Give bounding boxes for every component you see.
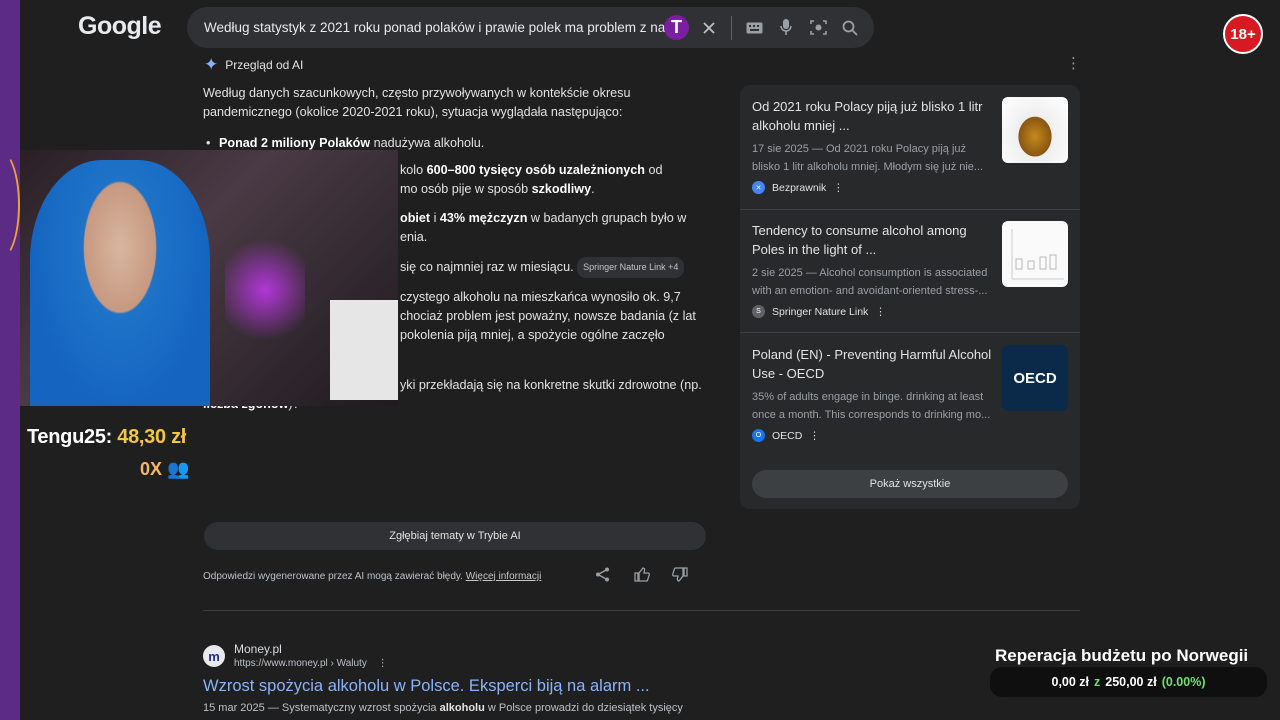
source-snippet: 2 sie 2025 — Alcohol consumption is asso… (752, 267, 988, 297)
thumbs-down-icon[interactable] (672, 567, 688, 586)
source-site-name: Bezprawnik (772, 181, 827, 194)
source-site-name: Springer Nature Link (772, 305, 869, 318)
viewer-count-value: 0X (140, 459, 163, 479)
sources-panel: Od 2021 roku Polacy piją już blisko 1 li… (740, 85, 1080, 509)
webcam-light (225, 230, 305, 350)
source-site: S Springer Nature Link ⋮ (752, 305, 1068, 318)
whisky-glass-thumbnail (1002, 97, 1068, 163)
divider (740, 209, 1080, 210)
more-options-icon[interactable]: ⋮ (833, 182, 844, 194)
ai-disclaimer: Odpowiedzi wygenerowane przez AI mogą za… (203, 571, 541, 582)
sparkle-icon: ✦ (204, 55, 219, 74)
source-card[interactable]: Tendency to consume alcohol among Poles … (752, 221, 1068, 318)
goal-separator: z (1094, 675, 1101, 689)
camera-lens-icon[interactable] (808, 18, 828, 38)
goal-current: 0,00 zł (1051, 675, 1090, 689)
source-card[interactable]: Od 2021 roku Polacy piją już blisko 1 li… (752, 97, 1068, 194)
source-title[interactable]: Od 2021 roku Polacy piją już blisko 1 li… (752, 97, 992, 135)
search-icon[interactable] (840, 18, 860, 38)
oecd-thumbnail: OECD (1002, 345, 1068, 411)
goal-percent: (0.00%) (1161, 675, 1206, 689)
disclaimer-text: Odpowiedzi wygenerowane przez AI mogą za… (203, 571, 463, 582)
more-options-icon[interactable]: ⋮ (875, 306, 886, 318)
thumbs-up-icon[interactable] (634, 567, 650, 586)
people-icon: 👥 (167, 459, 190, 479)
oecd-logo-text: OECD (1013, 369, 1057, 387)
source-chip[interactable]: Springer Nature Link +4 (577, 257, 685, 278)
source-site-name: OECD (772, 429, 803, 442)
source-site: O OECD ⋮ (752, 429, 1068, 442)
source-snippet: 17 sie 2025 — Od 2021 roku Polacy piją j… (752, 143, 984, 173)
section-divider (203, 610, 1080, 611)
goal-progress-bar: 0,00 zł z 250,00 zł (0.00%) (990, 667, 1267, 697)
ai-overview-header: ✦ Przegląd od AI (204, 55, 303, 75)
share-icon[interactable] (595, 567, 610, 586)
google-logo[interactable]: Google (78, 12, 162, 41)
keyboard-icon[interactable] (744, 18, 764, 38)
boxplot-thumbnail (1002, 221, 1068, 287)
money-favicon: m (203, 645, 225, 667)
show-all-button[interactable]: Pokaż wszystkie (752, 470, 1068, 498)
source-title[interactable]: Poland (EN) - Preventing Harmful Alcohol… (752, 345, 992, 383)
streamer-image (30, 160, 210, 406)
stream-left-bar (0, 0, 20, 720)
profile-avatar[interactable]: T (664, 15, 689, 40)
ai-overview-label: Przegląd od AI (225, 58, 304, 72)
more-options-icon[interactable]: ⋮ (378, 658, 388, 669)
more-info-link[interactable]: Więcej informacji (466, 571, 542, 582)
ai-intro: Według danych szacunkowych, często przyw… (203, 86, 631, 119)
webcam-shelf (330, 300, 398, 400)
goal-title: Reperacja budżetu po Norwegii (995, 646, 1249, 665)
source-snippet: 35% of adults engage in binge. drinking … (752, 391, 991, 421)
divider (740, 332, 1080, 333)
more-options-icon[interactable]: ⋮ (809, 430, 820, 442)
goal-target: 250,00 zł (1105, 675, 1157, 689)
explore-ai-mode-button[interactable]: Zgłębiaj tematy w Trybie AI (204, 522, 706, 550)
source-card[interactable]: Poland (EN) - Preventing Harmful Alcohol… (752, 345, 1068, 442)
source-site: ✕ Bezprawnik ⋮ (752, 181, 1068, 194)
result-url[interactable]: https://www.money.pl › Waluty ⋮ (234, 658, 388, 669)
oecd-favicon: O (752, 429, 765, 442)
donor-name: Tengu25: (27, 426, 113, 448)
result-url-text[interactable]: https://www.money.pl › Waluty (234, 658, 367, 669)
viewer-count: 0X 👥 (140, 459, 189, 480)
clear-icon[interactable] (699, 18, 719, 38)
springer-favicon: S (752, 305, 765, 318)
microphone-icon[interactable] (776, 18, 796, 38)
result-site-name[interactable]: Money.pl (234, 642, 282, 656)
result-title-link[interactable]: Wzrost spożycia alkoholu w Polsce. Ekspe… (203, 677, 650, 696)
search-divider (731, 15, 732, 40)
bezprawnik-favicon: ✕ (752, 181, 765, 194)
result-snippet: 15 mar 2025 — Systematyczny wzrost spoży… (203, 702, 683, 714)
donation-amount: 48,30 zł (117, 426, 187, 448)
search-input[interactable]: Według statystyk z 2021 roku ponad polak… (204, 20, 679, 35)
source-title[interactable]: Tendency to consume alcohol among Poles … (752, 221, 992, 259)
age-badge: 18+ (1223, 14, 1263, 54)
donation-alert: Tengu25: 48,30 zł (27, 426, 186, 449)
search-bar[interactable]: Według statystyk z 2021 roku ponad polak… (187, 7, 874, 48)
more-options-icon[interactable]: ⋮ (1066, 54, 1081, 72)
webcam-overlay (20, 150, 398, 406)
